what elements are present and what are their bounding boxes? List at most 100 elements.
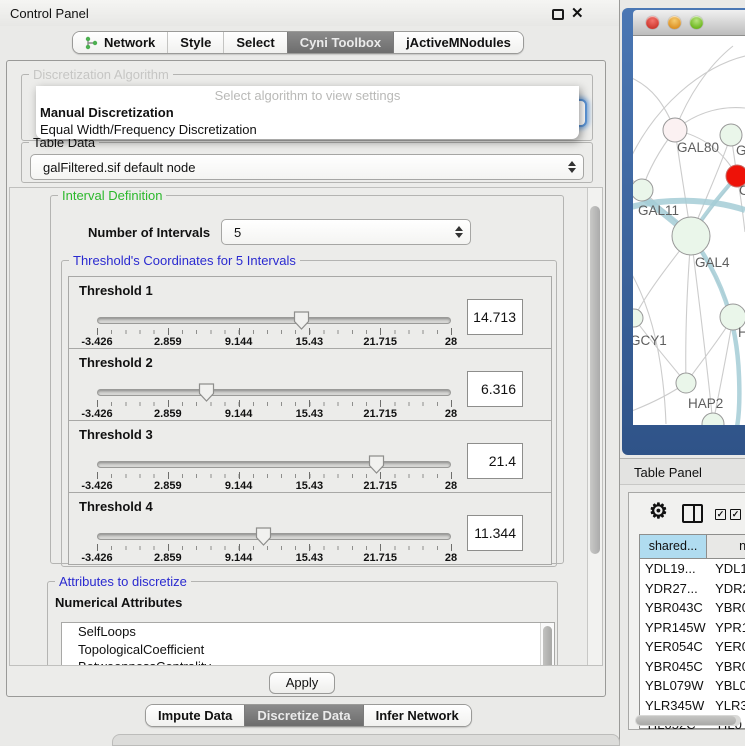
node-gal4[interactable]: [672, 217, 710, 255]
table-panel-titlebar: Table Panel: [620, 458, 745, 485]
zoom-traffic-light-icon[interactable]: [690, 16, 703, 29]
gear-icon[interactable]: ⚙: [649, 499, 668, 524]
network-icon: [85, 36, 98, 50]
table-row[interactable]: YPR145WYPR1: [640, 618, 745, 638]
slider-track[interactable]: [97, 461, 451, 468]
scale-label: 15.43: [296, 336, 324, 348]
slider-track[interactable]: [97, 389, 451, 396]
dropdown-placeholder-item[interactable]: Select algorithm to view settings: [36, 88, 579, 103]
threshold-1-label: Threshold 1: [79, 283, 153, 298]
scale-label: -3.426: [81, 408, 112, 420]
scale-label: 9.144: [225, 480, 253, 492]
attributes-group-title: Attributes to discretize: [55, 574, 191, 589]
apply-button[interactable]: Apply: [269, 672, 335, 694]
node-hap2[interactable]: [676, 373, 696, 393]
scale-label: 28: [445, 336, 457, 348]
scale-label: 9.144: [225, 408, 253, 420]
table-panel-title: Table Panel: [634, 465, 702, 480]
combobox-stepper-icon: [450, 226, 470, 238]
scale-label: 21.715: [363, 552, 397, 564]
table-row[interactable]: YBR045CYBR0: [640, 657, 745, 677]
slider-thumb[interactable]: [293, 311, 310, 330]
node-gcy1[interactable]: [633, 309, 643, 327]
table-row[interactable]: YER054CYER0: [640, 637, 745, 657]
number-of-intervals-combobox[interactable]: 5: [221, 219, 471, 245]
threshold-1-value-field[interactable]: 14.713: [467, 299, 523, 335]
slider-thumb[interactable]: [198, 383, 215, 402]
network-window-titlebar[interactable]: [633, 10, 745, 36]
column-header-name[interactable]: na: [707, 535, 745, 558]
table-header-row: shared... na: [640, 535, 745, 559]
tab-style[interactable]: Style: [167, 32, 223, 53]
dropdown-option-manual-discretization[interactable]: Manual Discretization: [40, 105, 174, 120]
list-item[interactable]: SelfLoops: [62, 623, 554, 641]
number-of-intervals-label: Number of Intervals: [88, 225, 210, 240]
threshold-3-panel: Threshold 3 -3.426 2.859 9.144 15.43 21.…: [68, 420, 552, 493]
node-gal80[interactable]: [663, 118, 687, 142]
tab-select[interactable]: Select: [223, 32, 286, 53]
table-row[interactable]: YLR345WYLR3: [640, 696, 745, 716]
scale-label: 28: [445, 408, 457, 420]
table-horizontal-scrollbar[interactable]: [635, 715, 741, 726]
threshold-3-slider: -3.426 2.859 9.144 15.43 21.715 28: [97, 455, 451, 495]
scale-label: 21.715: [363, 336, 397, 348]
control-panel-tabbar: Network Style Select Cyni Toolbox jActiv…: [72, 31, 524, 54]
table-data-combobox[interactable]: galFiltered.sif default node: [30, 154, 584, 180]
dropdown-option-equal-width[interactable]: Equal Width/Frequency Discretization: [40, 122, 257, 137]
node-label: GCY1: [633, 333, 667, 348]
threshold-2-value-field[interactable]: 6.316: [467, 371, 523, 407]
interval-definition-title: Interval Definition: [58, 188, 166, 203]
tab-impute-data[interactable]: Impute Data: [146, 705, 244, 726]
threshold-4-panel: Threshold 4 -3.426 2.859 9.144 15.43 21.…: [68, 492, 552, 565]
tab-discretize-data[interactable]: Discretize Data: [244, 705, 362, 726]
thresholds-group: Threshold's Coordinates for 5 Intervals …: [61, 253, 557, 567]
checkbox-icon[interactable]: ✓: [715, 509, 726, 520]
threshold-4-slider: -3.426 2.859 9.144 15.43 21.715 28: [97, 527, 451, 567]
threshold-3-value-field[interactable]: 21.4: [467, 443, 523, 479]
network-view-window: GAL80 G C GAL11 GAL4 GCY1 H HAP2: [622, 8, 745, 455]
column-header-shared-name[interactable]: shared...: [640, 535, 707, 558]
scale-label: 2.859: [154, 552, 182, 564]
node-label: GAL11: [638, 203, 679, 218]
settings-vertical-scrollbar[interactable]: [587, 188, 602, 665]
table-row[interactable]: YBL079WYBL0: [640, 676, 745, 696]
slider-thumb[interactable]: [368, 455, 385, 474]
threshold-4-value-field[interactable]: 11.344: [467, 515, 523, 551]
slider-track[interactable]: [97, 533, 451, 540]
float-window-icon[interactable]: [552, 9, 564, 20]
scale-label: 2.859: [154, 336, 182, 348]
cyni-mode-tabbar: Impute Data Discretize Data Infer Networ…: [145, 704, 472, 727]
slider-minor-ticks: [97, 402, 451, 406]
list-scrollbar[interactable]: [540, 623, 554, 666]
node-bottom[interactable]: [702, 413, 724, 425]
minimize-traffic-light-icon[interactable]: [668, 16, 681, 29]
scale-label: 15.43: [296, 408, 324, 420]
control-panel: Control Panel ✕ Network Style Select Cyn…: [0, 0, 620, 745]
panel-title: Control Panel: [10, 6, 89, 21]
tab-jactivemnodules[interactable]: jActiveMNodules: [393, 32, 523, 53]
node-label: C: [739, 183, 745, 198]
table-row[interactable]: YDR27...YDR2: [640, 579, 745, 599]
numerical-attributes-list: SelfLoops TopologicalCoefficient Between…: [61, 622, 555, 666]
threshold-4-label: Threshold 4: [79, 499, 153, 514]
threshold-2-label: Threshold 2: [79, 355, 153, 370]
slider-track[interactable]: [97, 317, 451, 324]
close-icon[interactable]: ✕: [571, 4, 584, 22]
table-row[interactable]: YBR043CYBR0: [640, 598, 745, 618]
table-row[interactable]: YDL19...YDL1: [640, 559, 745, 579]
node-label: H: [738, 325, 745, 340]
node-gal11[interactable]: [633, 179, 653, 201]
checkbox-icon[interactable]: ✓: [730, 509, 741, 520]
slider-thumb[interactable]: [255, 527, 272, 546]
tab-network[interactable]: Network: [73, 32, 167, 53]
network-canvas[interactable]: GAL80 G C GAL11 GAL4 GCY1 H HAP2: [633, 36, 745, 425]
algorithm-dropdown-popup: Select algorithm to view settings Manual…: [36, 86, 579, 139]
list-item[interactable]: TopologicalCoefficient: [62, 641, 554, 659]
tab-infer-network[interactable]: Infer Network: [363, 705, 471, 726]
table-panel-body: ⚙ ✓ ✓ shared... na YDL19...YDL1 YDR27...…: [628, 492, 745, 730]
close-traffic-light-icon[interactable]: [646, 16, 659, 29]
list-item[interactable]: BetweennessCentrality: [62, 658, 554, 666]
tab-cyni-toolbox[interactable]: Cyni Toolbox: [287, 32, 393, 53]
scale-label: 15.43: [296, 480, 324, 492]
split-columns-icon[interactable]: [682, 504, 703, 523]
